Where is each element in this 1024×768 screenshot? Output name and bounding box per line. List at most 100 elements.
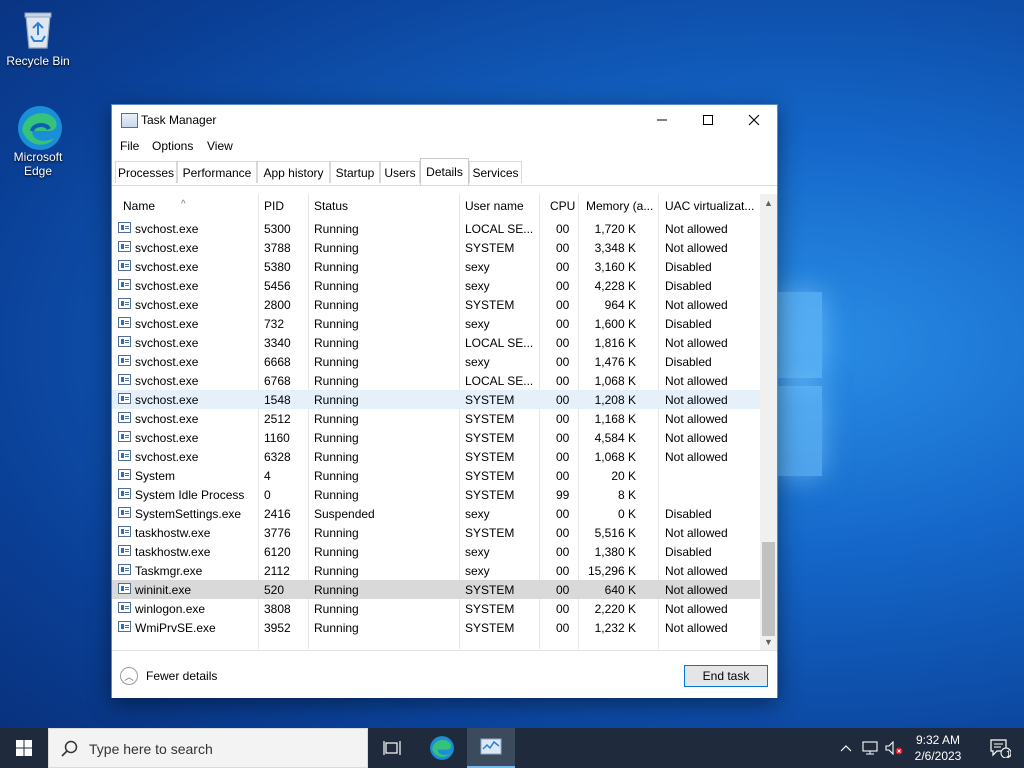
table-row[interactable]: svchost.exe 1548 Running SYSTEM 00 1,208 K Not…	[112, 390, 760, 409]
taskbar: Type here to search 9:32 AM 2/6/2023 1	[0, 728, 1024, 768]
column-header-pid[interactable]: PID	[264, 199, 284, 213]
tab-app-history[interactable]: App history	[257, 161, 330, 183]
tab-users[interactable]: Users	[380, 161, 420, 183]
cell-user: sexy	[465, 317, 490, 331]
taskbar-clock[interactable]: 9:32 AM 2/6/2023	[906, 732, 970, 764]
network-tray-button[interactable]	[858, 728, 882, 768]
cell-mem: 1,208 K	[594, 393, 636, 407]
cell-mem: 1,600 K	[594, 317, 636, 331]
close-button[interactable]	[731, 105, 777, 135]
cell-mem: 5,516 K	[594, 526, 636, 540]
table-row[interactable]: svchost.exe 732 Running sexy 00 1,600 K Disabl…	[112, 314, 760, 333]
cell-uac: Not allowed	[665, 450, 728, 464]
cell-name: svchost.exe	[135, 412, 199, 426]
column-header-cpu[interactable]: CPU	[550, 199, 575, 213]
table-row[interactable]: svchost.exe 2800 Running SYSTEM 00 964 K Not a…	[112, 295, 760, 314]
cell-pid: 3788	[264, 241, 291, 255]
cell-cpu: 00	[556, 241, 570, 255]
cell-user: sexy	[465, 564, 490, 578]
cell-pid: 3952	[264, 621, 291, 635]
table-row[interactable]: System 4 Running SYSTEM 00 20 K	[112, 466, 760, 485]
cell-mem: 1,068 K	[594, 450, 636, 464]
tab-services[interactable]: Services	[469, 161, 522, 183]
cell-name: Taskmgr.exe	[135, 564, 203, 578]
table-row[interactable]: svchost.exe 5300 Running LOCAL SE... 00 1,720…	[112, 219, 760, 238]
table-row[interactable]: WmiPrvSE.exe 3952 Running SYSTEM 00 1,232 K No…	[112, 618, 760, 637]
task-manager-icon	[480, 738, 502, 755]
table-row[interactable]: svchost.exe 6328 Running SYSTEM 00 1,068 K Not…	[112, 447, 760, 466]
menu-file[interactable]: File	[120, 139, 139, 153]
desktop-icon-recycle-bin[interactable]: Recycle Bin	[0, 8, 76, 68]
vertical-scrollbar[interactable]: ▲ ▼	[760, 194, 777, 650]
cell-name: svchost.exe	[135, 317, 199, 331]
cell-mem: 3,160 K	[594, 260, 636, 274]
table-row[interactable]: System Idle Process 0 Running SYSTEM 99 8 K	[112, 485, 760, 504]
cell-pid: 1160	[264, 431, 290, 445]
table-row[interactable]: svchost.exe 5380 Running sexy 00 3,160 K Disab…	[112, 257, 760, 276]
scroll-up-arrow-icon[interactable]: ▲	[760, 194, 777, 211]
column-header-name[interactable]: Name	[123, 199, 155, 213]
end-task-button[interactable]: End task	[684, 665, 768, 687]
cell-uac: Disabled	[665, 355, 712, 369]
cell-user: SYSTEM	[465, 583, 515, 597]
show-hidden-icons-button[interactable]	[834, 728, 858, 768]
tab-startup[interactable]: Startup	[330, 161, 380, 183]
cell-user: SYSTEM	[465, 431, 515, 445]
cell-pid: 0	[264, 488, 271, 502]
taskbar-search-box[interactable]: Type here to search	[48, 728, 368, 768]
table-row[interactable]: SystemSettings.exe 2416 Suspended sexy 00 0 K…	[112, 504, 760, 523]
minimize-button[interactable]	[639, 105, 685, 135]
tab-performance[interactable]: Performance	[177, 161, 257, 183]
cell-uac: Not allowed	[665, 298, 728, 312]
menu-options[interactable]: Options	[152, 139, 193, 153]
table-row[interactable]: svchost.exe 6768 Running LOCAL SE... 00 1,068…	[112, 371, 760, 390]
taskbar-task-manager-button[interactable]	[467, 728, 515, 768]
cell-cpu: 00	[556, 317, 570, 331]
volume-tray-button[interactable]	[882, 728, 906, 768]
table-row[interactable]: svchost.exe 1160 Running SYSTEM 00 4,584 K Not…	[112, 428, 760, 447]
cell-name: taskhostw.exe	[135, 545, 211, 559]
fewer-details-link[interactable]: ︿ Fewer details	[120, 667, 217, 685]
table-row[interactable]: svchost.exe 3788 Running SYSTEM 00 3,348 K Not…	[112, 238, 760, 257]
cell-user: SYSTEM	[465, 393, 515, 407]
action-center-button[interactable]: 1	[976, 728, 1024, 768]
table-row[interactable]: svchost.exe 5456 Running sexy 00 4,228 K Disab…	[112, 276, 760, 295]
cell-user: sexy	[465, 355, 490, 369]
table-row[interactable]: winlogon.exe 3808 Running SYSTEM 00 2,220 K No…	[112, 599, 760, 618]
scroll-down-arrow-icon[interactable]: ▼	[760, 633, 777, 650]
cell-cpu: 00	[556, 374, 570, 388]
windows-start-icon	[16, 740, 32, 756]
menu-view[interactable]: View	[207, 139, 233, 153]
process-icon	[118, 469, 131, 480]
cell-cpu: 00	[556, 621, 570, 635]
title-bar[interactable]: Task Manager	[112, 105, 777, 135]
cell-pid: 6668	[264, 355, 291, 369]
table-row[interactable]: taskhostw.exe 6120 Running sexy 00 1,380 K Dis…	[112, 542, 760, 561]
cell-user: sexy	[465, 260, 490, 274]
desktop-icon-edge[interactable]: Microsoft Edge	[0, 104, 76, 178]
column-header-uac[interactable]: UAC virtualizat...	[665, 199, 754, 213]
table-row[interactable]: taskhostw.exe 3776 Running SYSTEM 00 5,516 K N…	[112, 523, 760, 542]
tab-processes[interactable]: Processes	[115, 161, 177, 183]
table-row[interactable]: wininit.exe 520 Running SYSTEM 00 640 K Not al…	[112, 580, 760, 599]
cell-cpu: 00	[556, 431, 570, 445]
cell-user: SYSTEM	[465, 412, 515, 426]
cell-status: Running	[314, 602, 359, 616]
cell-name: wininit.exe	[135, 583, 192, 597]
cell-name: svchost.exe	[135, 374, 199, 388]
column-header-memory[interactable]: Memory (a...	[586, 199, 653, 213]
table-row[interactable]: svchost.exe 6668 Running sexy 00 1,476 K Disab…	[112, 352, 760, 371]
cell-status: Running	[314, 564, 359, 578]
task-view-button[interactable]	[368, 728, 416, 768]
taskbar-edge-button[interactable]	[418, 728, 466, 768]
column-header-user-name[interactable]: User name	[465, 199, 524, 213]
table-row[interactable]: Taskmgr.exe 2112 Running sexy 00 15,296 K Not …	[112, 561, 760, 580]
scrollbar-thumb[interactable]	[762, 542, 775, 636]
tab-details[interactable]: Details	[420, 158, 469, 185]
table-row[interactable]: svchost.exe 3340 Running LOCAL SE... 00 1,816…	[112, 333, 760, 352]
maximize-button[interactable]	[685, 105, 731, 135]
start-button[interactable]	[0, 728, 48, 768]
cell-mem: 1,232 K	[594, 621, 636, 635]
column-header-status[interactable]: Status	[314, 199, 348, 213]
table-row[interactable]: svchost.exe 2512 Running SYSTEM 00 1,168 K Not…	[112, 409, 760, 428]
